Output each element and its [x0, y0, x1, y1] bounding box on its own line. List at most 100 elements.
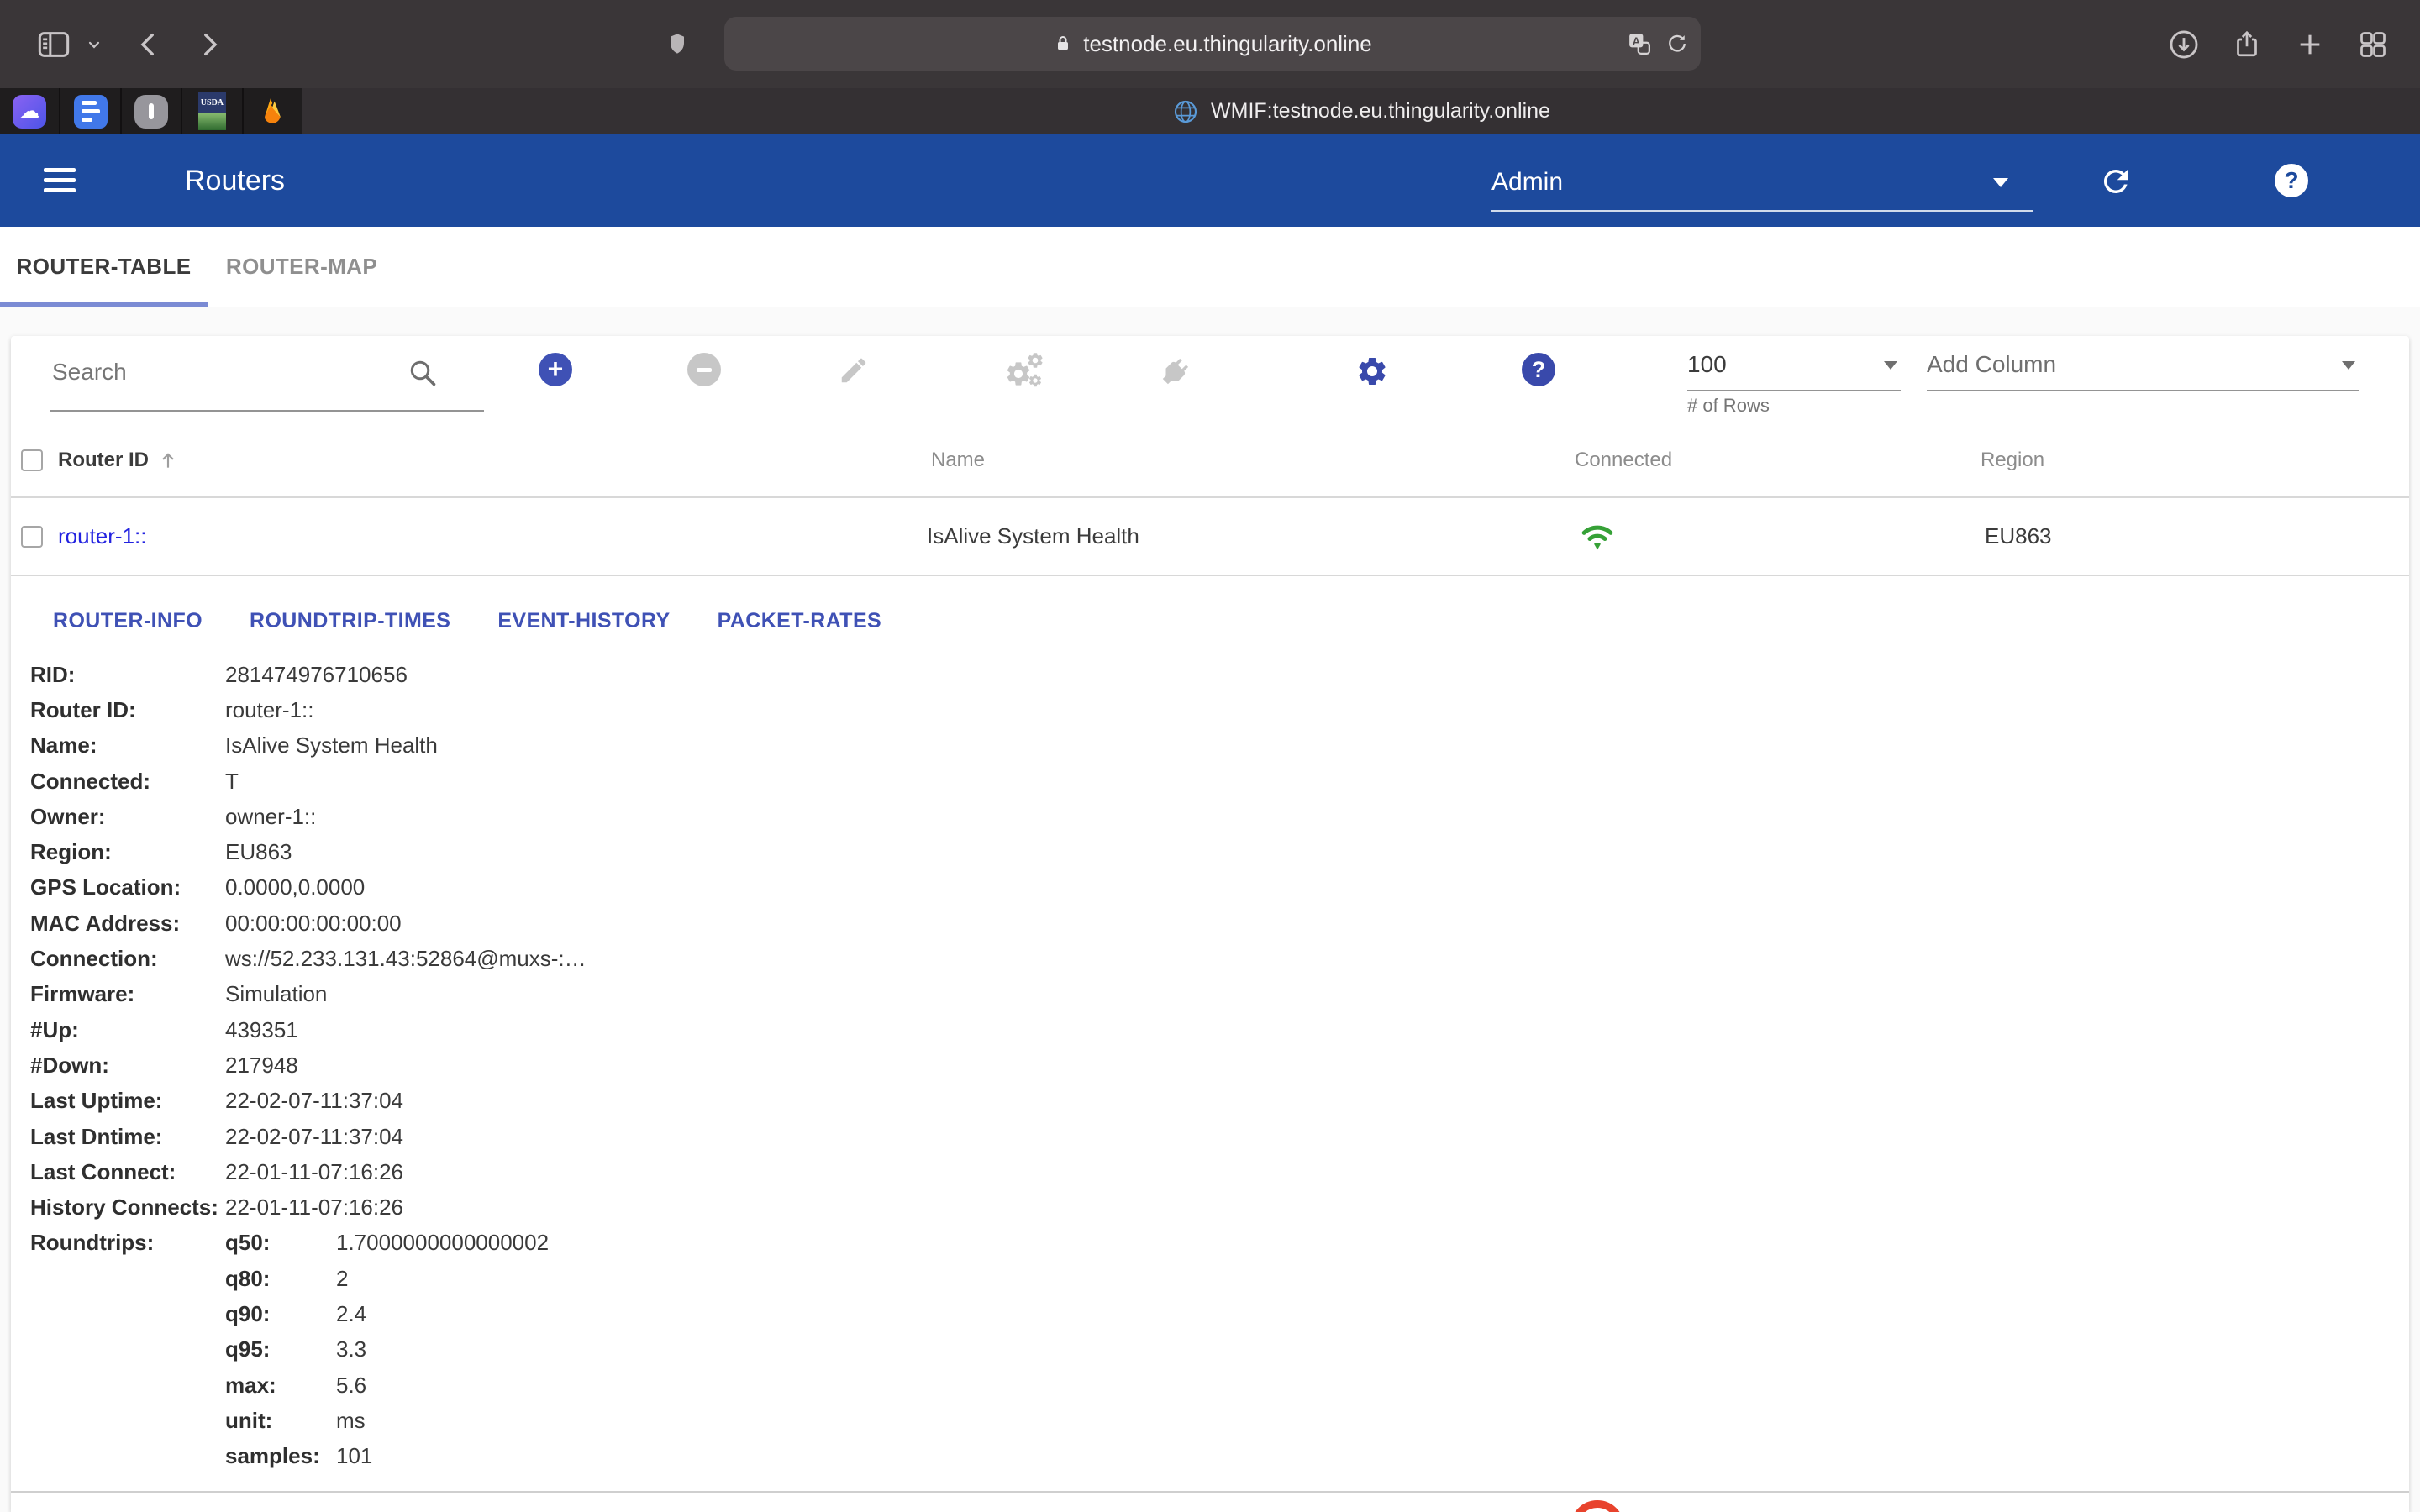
row-checkbox[interactable] — [21, 526, 43, 548]
table-header: Router ID Name Connected Region — [11, 424, 2409, 498]
content-area: + ? 100 # of Rows Add Column — [0, 307, 2420, 1512]
column-header-connected[interactable]: Connected — [1575, 424, 1672, 496]
new-tab-icon[interactable] — [2296, 30, 2324, 59]
tab-router-map[interactable]: ROUTER-MAP — [208, 227, 396, 307]
detail-row: RID:281474976710656 — [11, 657, 2409, 692]
page-tabs: ROUTER-TABLE ROUTER-MAP — [0, 227, 2420, 307]
share-icon[interactable] — [2232, 29, 2262, 60]
rows-select[interactable]: 100 — [1687, 339, 1901, 391]
detail-label: Firmware: — [11, 981, 225, 1007]
settings-gears-icon[interactable] — [1002, 348, 1050, 395]
roundtrip-value: 2 — [336, 1266, 348, 1292]
pinned-tab-firebase[interactable] — [244, 88, 302, 134]
translate-icon[interactable] — [1627, 31, 1652, 56]
roundtrip-value: 2.4 — [336, 1301, 366, 1327]
chevron-down-icon — [1884, 361, 1897, 370]
search-input[interactable] — [50, 336, 440, 408]
detail-row: Connected:T — [11, 764, 2409, 799]
back-button-icon[interactable] — [134, 30, 163, 59]
detail-fields: RID:281474976710656Router ID:router-1::N… — [11, 657, 2409, 1226]
detail-row: Router ID:router-1:: — [11, 692, 2409, 727]
roundtrip-entries: q50:1.7000000000000002q80:2q90:2.4q95:3.… — [225, 1226, 549, 1474]
active-tab-indicator — [0, 302, 208, 307]
detail-label: Router ID: — [11, 697, 225, 723]
column-header-name[interactable]: Name — [931, 424, 985, 496]
roundtrip-label: q80: — [225, 1266, 336, 1292]
gear-icon[interactable] — [1355, 354, 1389, 388]
wifi-connected-icon — [1581, 498, 1614, 575]
user-select[interactable]: Admin — [1491, 155, 2033, 212]
tab-overview-icon[interactable] — [2358, 29, 2388, 60]
detail-row: Firmware:Simulation — [11, 977, 2409, 1012]
address-bar[interactable]: testnode.eu.thingularity.online — [724, 17, 1701, 71]
page-title: Routers — [185, 134, 285, 227]
tab-router-table[interactable]: ROUTER-TABLE — [0, 227, 208, 307]
table-toolbar: + ? 100 # of Rows Add Column — [11, 336, 2409, 424]
tab-router-info[interactable]: ROUTER-INFO — [53, 609, 203, 633]
pinned-tab-gray[interactable] — [122, 88, 182, 134]
detail-value-link[interactable]: 281474976710656 — [225, 662, 408, 688]
help-button[interactable]: ? — [2275, 164, 2308, 197]
router-table-card: + ? 100 # of Rows Add Column — [11, 336, 2409, 1512]
roundtrip-value: 1.7000000000000002 — [336, 1230, 549, 1256]
add-column-select[interactable]: Add Column — [1927, 339, 2359, 391]
menu-icon[interactable] — [44, 168, 76, 192]
globe-icon — [1172, 98, 1199, 125]
usda-icon: USDA — [198, 92, 226, 130]
pinned-tabs: ☁ USDA — [0, 88, 302, 134]
detail-label: GPS Location: — [11, 874, 225, 900]
detail-value-link[interactable]: router-1:: — [225, 697, 314, 723]
detail-row: Last Uptime:22-02-07-11:37:04 — [11, 1084, 2409, 1119]
tab-roundtrip-times[interactable]: ROUNDTRIP-TIMES — [250, 609, 450, 633]
reload-icon[interactable] — [1665, 32, 1689, 55]
roundtrips-label: Roundtrips: — [11, 1226, 225, 1261]
detail-value: 22-02-07-11:37:04 — [225, 1088, 403, 1114]
detail-value: 0.0000,0.0000 — [225, 874, 365, 900]
sidebar-toggle-icon[interactable] — [37, 28, 71, 61]
tab-packet-rates[interactable]: PACKET-RATES — [718, 609, 882, 633]
privacy-shield-icon[interactable] — [664, 31, 691, 58]
detail-value: 22-02-07-11:37:04 — [225, 1124, 403, 1150]
roundtrip-label: q50: — [225, 1230, 336, 1256]
pinned-tab-usda[interactable]: USDA — [182, 88, 243, 134]
remove-router-button[interactable] — [687, 353, 721, 386]
table-row[interactable]: router-1:: IsAlive System Health EU863 — [11, 498, 2409, 576]
select-all-checkbox[interactable] — [21, 449, 43, 471]
roundtrip-value: 101 — [336, 1443, 372, 1469]
detail-row: #Down:217948 — [11, 1047, 2409, 1083]
edit-icon[interactable] — [838, 354, 870, 386]
router-id-link[interactable]: router-1:: — [58, 498, 147, 575]
detail-value: 22-01-11-07:16:26 — [225, 1159, 403, 1185]
detail-value: Simulation — [225, 981, 327, 1007]
refresh-button[interactable] — [2098, 164, 2133, 199]
column-header-router-id[interactable]: Router ID — [58, 424, 179, 496]
tab-event-history[interactable]: EVENT-HISTORY — [497, 609, 670, 633]
downloads-icon[interactable] — [2168, 29, 2200, 60]
column-header-region[interactable]: Region — [1981, 424, 2044, 496]
detail-row: Region:EU863 — [11, 834, 2409, 869]
detail-label: #Down: — [11, 1053, 225, 1079]
detail-value: IsAlive System Health — [225, 732, 438, 759]
forward-button-icon[interactable] — [195, 30, 224, 59]
sidebar-chevron-down-icon[interactable] — [86, 36, 103, 53]
roundtrip-value: 5.6 — [336, 1373, 366, 1399]
pinned-tab-cloud[interactable]: ☁ — [0, 88, 60, 134]
add-router-button[interactable]: + — [539, 353, 572, 386]
router-name: IsAlive System Health — [927, 498, 1139, 575]
detail-row: Owner:owner-1:: — [11, 799, 2409, 834]
roundtrip-label: samples: — [225, 1443, 336, 1469]
detail-label: Connected: — [11, 769, 225, 795]
roundtrip-label: max: — [225, 1373, 336, 1399]
table-help-button[interactable]: ? — [1522, 353, 1555, 386]
detail-value: ws://52.233.131.43:52864@muxs-:… — [225, 946, 587, 972]
sort-ascending-icon — [157, 449, 179, 471]
detail-label: Last Dntime: — [11, 1124, 225, 1150]
detail-label: Last Uptime: — [11, 1088, 225, 1114]
app-header: Routers Admin ? — [0, 134, 2420, 227]
plug-icon[interactable] — [1150, 347, 1199, 396]
detail-value: T — [225, 769, 239, 795]
pinned-tab-docs[interactable] — [60, 88, 121, 134]
active-tab[interactable]: WMIF:testnode.eu.thingularity.online — [302, 88, 2420, 134]
rows-hint: # of Rows — [1687, 395, 1770, 417]
detail-row: Connection:ws://52.233.131.43:52864@muxs… — [11, 941, 2409, 976]
